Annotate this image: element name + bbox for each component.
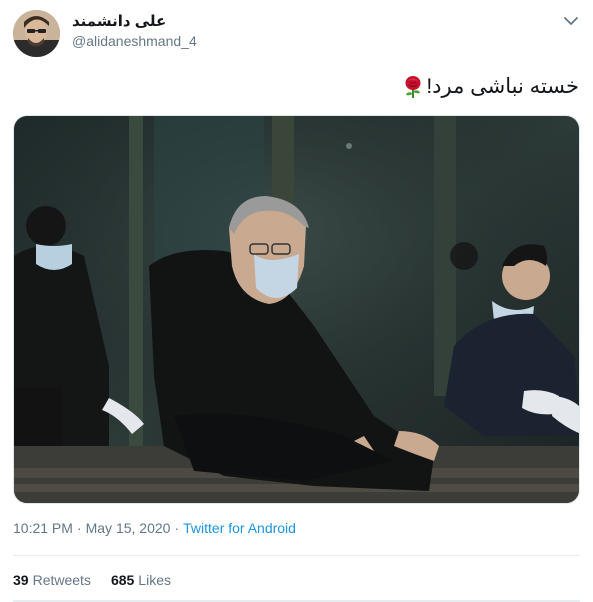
tweet-text: خسته نباشی مرد! <box>402 74 579 99</box>
user-handle[interactable]: @alidaneshmand_4 <box>72 33 197 49</box>
retweets-stat[interactable]: 39 Retweets <box>13 572 91 588</box>
likes-stat[interactable]: 685 Likes <box>111 572 171 588</box>
meta-separator: · <box>174 520 180 536</box>
meta-separator: · <box>76 520 82 536</box>
display-name[interactable]: علی دانشمند <box>72 12 166 30</box>
tweet-date[interactable]: May 15, 2020 <box>86 520 171 536</box>
tweet-photo[interactable] <box>13 115 580 504</box>
divider <box>13 555 580 556</box>
rose-icon <box>402 75 424 99</box>
source-link[interactable]: Twitter for Android <box>183 520 296 536</box>
chevron-down-icon[interactable] <box>562 12 580 30</box>
tweet-stats: 39 Retweets 685 Likes <box>13 572 171 588</box>
tweet-meta: 10:21 PM · May 15, 2020 · Twitter for An… <box>13 520 296 536</box>
tweet-card: علی دانشمند @alidaneshmand_4 خسته نباشی … <box>0 0 593 602</box>
avatar[interactable] <box>13 10 60 57</box>
retweets-count: 39 <box>13 572 29 588</box>
likes-label: Likes <box>138 572 171 588</box>
tweet-time[interactable]: 10:21 PM <box>13 520 73 536</box>
tweet-body: خسته نباشی مرد! <box>426 75 579 98</box>
likes-count: 685 <box>110 572 135 588</box>
retweets-label: Retweets <box>32 572 91 588</box>
